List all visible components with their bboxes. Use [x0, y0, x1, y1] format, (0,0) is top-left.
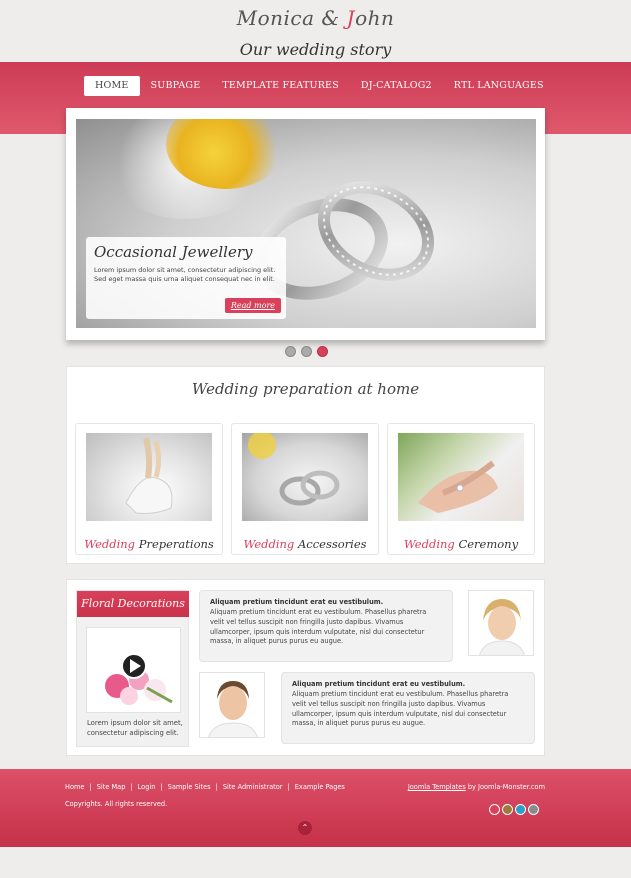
footer-links: Home | Site Map | Login | Sample Sites | Sit…	[65, 783, 345, 791]
section-title: Wedding preparation at home	[191, 380, 420, 398]
color-swatch-blue[interactable]	[515, 804, 526, 815]
nav-subpage[interactable]: SUBPAGE	[140, 76, 212, 96]
image-slider: Occasional Jewellery Lorem ipsum dolor s…	[66, 108, 545, 340]
card-caption: Wedding Accessories	[243, 537, 367, 551]
card-caption: Wedding Ceremony	[403, 537, 519, 551]
floral-video-thumbnail[interactable]	[86, 627, 181, 713]
slide-title: Occasional Jewellery	[94, 243, 253, 261]
footer-link-example-pages[interactable]: Example Pages	[295, 783, 345, 791]
slide-text: Lorem ipsum dolor sit amet, consectetur …	[94, 266, 276, 283]
testimonial-text: Aliquam pretium tincidunt erat eu vestib…	[210, 608, 427, 646]
nav-rtl-languages[interactable]: RTL LANGUAGES	[443, 76, 555, 96]
wedding-preparation-panel: Wedding preparation at home Wedding Prep…	[66, 366, 545, 564]
footer-link-site-administrator[interactable]: Site Administrator	[223, 783, 283, 791]
testimonial-title: Aliquam pretium tincidunt erat eu vestib…	[210, 598, 384, 606]
title-name-a: Monica	[236, 6, 315, 30]
avatar-woman	[468, 590, 534, 656]
footer-link-login[interactable]: Login	[138, 783, 156, 791]
nav-dj-catalog2[interactable]: DJ-CATALOG2	[350, 76, 443, 96]
title-name-b-rest: ohn	[355, 6, 395, 30]
slide-image-rings[interactable]: Occasional Jewellery Lorem ipsum dolor s…	[76, 119, 536, 328]
card-accessories[interactable]: Wedding Accessories	[231, 423, 379, 555]
footer-link-home[interactable]: Home	[65, 783, 84, 791]
main-nav: HOME SUBPAGE TEMPLATE FEATURES DJ-CATALO…	[84, 76, 555, 96]
floral-text: Lorem ipsum dolor sit amet, consectetur …	[87, 719, 183, 737]
footer-link-site-map[interactable]: Site Map	[97, 783, 126, 791]
color-swatch-brown[interactable]	[502, 804, 513, 815]
footer-credit: Joomla Templates by Joomla-Monster.com	[408, 783, 545, 791]
credit-text: by Joomla-Monster.com	[465, 783, 545, 791]
site-brand: Monica & John	[0, 6, 631, 30]
nav-template-features[interactable]: TEMPLATE FEATURES	[211, 76, 350, 96]
card-preperations[interactable]: Wedding Preperations	[75, 423, 223, 555]
card-image-hands	[398, 433, 524, 521]
slider-dot-1[interactable]	[285, 346, 296, 357]
title-ampersand: &	[321, 6, 340, 30]
credit-link[interactable]: Joomla Templates	[408, 783, 466, 791]
slider-dot-2[interactable]	[301, 346, 312, 357]
site-footer: Home | Site Map | Login | Sample Sites | Sit…	[0, 769, 631, 847]
title-initial-j: J	[346, 6, 356, 30]
play-icon[interactable]	[121, 653, 147, 679]
slider-dot-3[interactable]	[317, 346, 328, 357]
slide-caption: Occasional Jewellery Lorem ipsum dolor s…	[86, 237, 286, 319]
color-switcher	[489, 804, 539, 815]
double-chevron-up-icon[interactable]: ⌃	[298, 821, 312, 835]
site-subtitle: Our wedding story	[239, 40, 392, 59]
testimonial-title: Aliquam pretium tincidunt erat eu vestib…	[292, 680, 466, 688]
color-swatch-gray[interactable]	[528, 804, 539, 815]
site-title[interactable]: Monica & John	[0, 6, 631, 30]
card-ceremony[interactable]: Wedding Ceremony	[387, 423, 535, 555]
card-image-rings	[242, 431, 368, 521]
read-more-button[interactable]: Read more	[224, 298, 281, 313]
card-caption: Wedding Preperations	[84, 537, 214, 551]
testimonial-1: Aliquam pretium tincidunt erat eu vestib…	[199, 590, 453, 662]
nav-home[interactable]: HOME	[84, 76, 140, 96]
card-image-shoe	[86, 433, 212, 521]
floral-title: Floral Decorations	[77, 591, 189, 617]
floral-decorations-module: Floral Decorations Lorem ipsum dolor sit…	[76, 590, 189, 747]
avatar-man	[199, 672, 265, 738]
floral-testimonials-panel: Floral Decorations Lorem ipsum dolor sit…	[66, 579, 545, 756]
color-swatch-red[interactable]	[489, 804, 500, 815]
footer-link-sample-sites[interactable]: Sample Sites	[168, 783, 211, 791]
testimonial-text: Aliquam pretium tincidunt erat eu vestib…	[292, 690, 509, 728]
copyright: Copyrights. All rights reserved.	[65, 800, 168, 808]
testimonial-2: Aliquam pretium tincidunt erat eu vestib…	[281, 672, 535, 744]
slider-pagination	[285, 346, 328, 357]
